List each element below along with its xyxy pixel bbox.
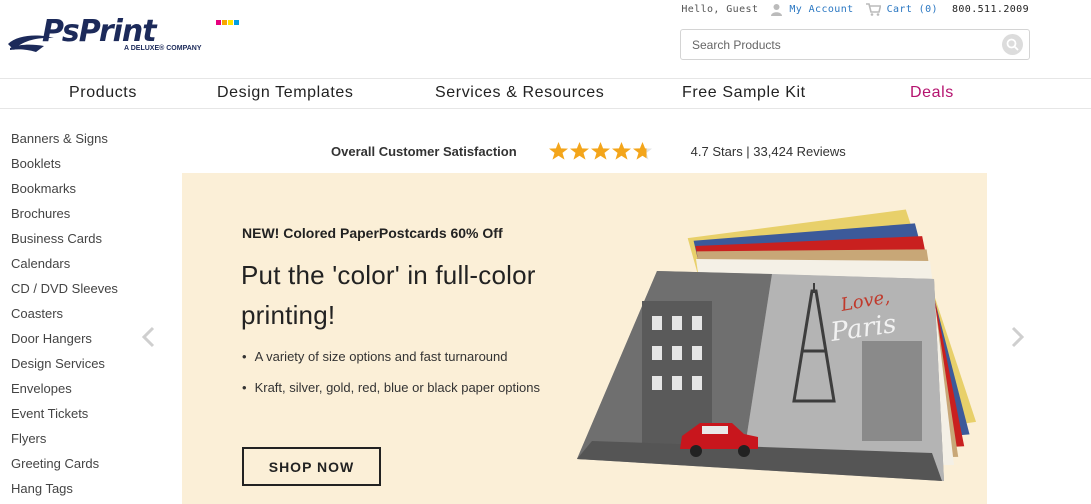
chevron-left-icon[interactable] — [141, 326, 157, 353]
cart-link[interactable]: Cart (0) — [887, 4, 938, 15]
sidebar-item-business-cards[interactable]: Business Cards — [11, 226, 118, 251]
shop-now-button[interactable]: SHOP NOW — [242, 447, 381, 486]
sidebar-item-brochures[interactable]: Brochures — [11, 201, 118, 226]
logo-color-squares — [216, 20, 239, 25]
logo-tagline: A DELUXE® COMPANY — [124, 45, 202, 52]
sidebar-item-flyers[interactable]: Flyers — [11, 426, 118, 451]
star-rating — [548, 141, 653, 161]
hero-banner: NEW! Colored PaperPostcards 60% Off Put … — [182, 173, 987, 504]
main-nav: Products Design Templates Services & Res… — [0, 78, 1091, 109]
sidebar-item-greeting-cards[interactable]: Greeting Cards — [11, 451, 118, 476]
search-icon[interactable] — [1002, 34, 1023, 55]
phone-number: 800.511.2009 — [951, 3, 1029, 15]
sidebar-item-design-services[interactable]: Design Services — [11, 351, 118, 376]
chevron-right-icon[interactable] — [1009, 326, 1025, 353]
hero-bullet-list: A variety of size options and fast turna… — [242, 348, 540, 410]
logo-square-yellow — [228, 20, 233, 25]
sidebar-item-hang-tags[interactable]: Hang Tags — [11, 476, 118, 501]
logo-square-magenta — [216, 20, 221, 25]
nav-design-templates[interactable]: Design Templates — [217, 84, 353, 102]
nav-free-sample-kit[interactable]: Free Sample Kit — [682, 84, 806, 102]
psprint-logo[interactable]: PsPrint A DELUXE® COMPANY — [6, 12, 242, 56]
sidebar-item-coasters[interactable]: Coasters — [11, 301, 118, 326]
search-input[interactable] — [681, 30, 981, 59]
user-icon — [770, 3, 783, 16]
sidebar-item-envelopes[interactable]: Envelopes — [11, 376, 118, 401]
nav-deals[interactable]: Deals — [910, 84, 954, 102]
greeting-text: Hello, Guest — [681, 3, 759, 15]
hero-bullet: A variety of size options and fast turna… — [242, 348, 540, 379]
postcards-image: Love, Paris — [577, 209, 977, 481]
category-sidebar: Banners & Signs Booklets Bookmarks Broch… — [11, 126, 118, 501]
star-icon — [611, 142, 631, 160]
star-icon — [569, 142, 589, 160]
hero-bullet: Kraft, silver, gold, red, blue or black … — [242, 379, 540, 410]
sidebar-item-calendars[interactable]: Calendars — [11, 251, 118, 276]
rating-score[interactable]: 4.7 Stars | 33,424 Reviews — [691, 144, 846, 159]
logo-wordmark: PsPrint — [42, 14, 157, 49]
rating-label: Overall Customer Satisfaction — [331, 143, 517, 159]
sidebar-item-event-tickets[interactable]: Event Tickets — [11, 401, 118, 426]
sidebar-item-cd-dvd-sleeves[interactable]: CD / DVD Sleeves — [11, 276, 118, 301]
logo-square-orange — [222, 20, 227, 25]
cart-icon[interactable] — [865, 2, 881, 16]
star-icon — [632, 142, 652, 160]
nav-services-resources[interactable]: Services & Resources — [435, 84, 604, 102]
sidebar-item-banners-signs[interactable]: Banners & Signs — [11, 126, 118, 151]
nav-products[interactable]: Products — [69, 84, 137, 102]
satisfaction-rating: Overall Customer Satisfaction 4.7 Stars … — [331, 139, 846, 163]
star-icon — [590, 142, 610, 160]
utility-bar: Hello, Guest My Account Cart (0) 800.511… — [681, 2, 1029, 16]
sidebar-item-booklets[interactable]: Booklets — [11, 151, 118, 176]
hero-title: Put the 'color' in full-color printing! — [241, 260, 536, 330]
logo-square-cyan — [234, 20, 239, 25]
my-account-link[interactable]: My Account — [789, 4, 853, 15]
hero-tagline: NEW! Colored PaperPostcards 60% Off — [242, 225, 503, 241]
sidebar-item-door-hangers[interactable]: Door Hangers — [11, 326, 118, 351]
star-icon — [548, 142, 568, 160]
sidebar-item-bookmarks[interactable]: Bookmarks — [11, 176, 118, 201]
search-box — [680, 29, 1030, 60]
